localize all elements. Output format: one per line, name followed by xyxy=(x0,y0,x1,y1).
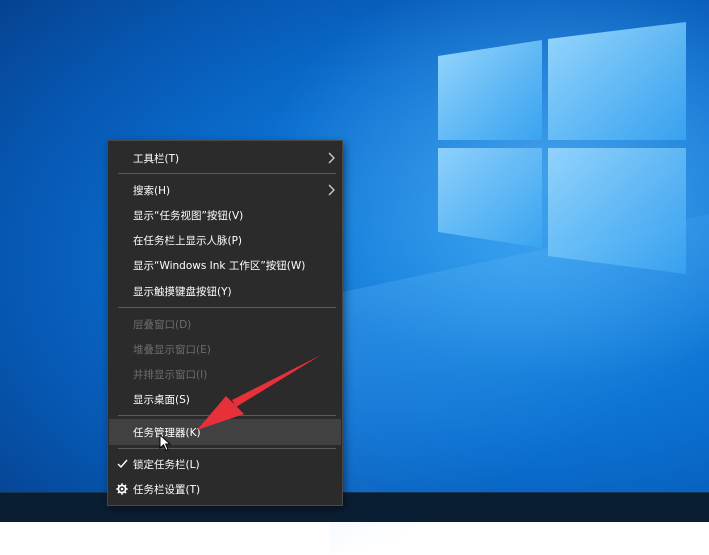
menu-item-cascade-windows[interactable]: 层叠窗口(D) xyxy=(109,312,341,336)
menu-item-label: 显示桌面(S) xyxy=(133,393,190,406)
menu-item-show-touch-keyboard-button[interactable]: 显示触摸键盘按钮(Y) xyxy=(109,279,341,303)
windows-logo-icon xyxy=(438,22,686,274)
menu-item-label: 在任务栏上显示人脉(P) xyxy=(133,234,243,247)
menu-item-toolbars[interactable]: 工具栏(T) xyxy=(109,146,341,170)
menu-separator xyxy=(118,448,336,449)
menu-item-show-people[interactable]: 在任务栏上显示人脉(P) xyxy=(109,228,341,252)
chevron-right-icon xyxy=(328,184,335,196)
menu-item-label: 显示“Windows Ink 工作区”按钮(W) xyxy=(133,259,306,272)
menu-separator xyxy=(118,415,336,416)
menu-item-label: 锁定任务栏(L) xyxy=(133,458,200,471)
menu-separator xyxy=(118,173,336,174)
menu-item-label: 显示“任务视图”按钮(V) xyxy=(133,209,244,222)
menu-item-label: 并排显示窗口(I) xyxy=(133,368,208,381)
menu-item-stack-windows[interactable]: 堆叠显示窗口(E) xyxy=(109,337,341,361)
menu-item-taskbar-settings[interactable]: 任务栏设置(T) xyxy=(109,477,341,501)
menu-item-label: 搜索(H) xyxy=(133,184,171,197)
menu-item-label: 显示触摸键盘按钮(Y) xyxy=(133,285,232,298)
menu-separator xyxy=(118,307,336,308)
menu-item-side-by-side-windows[interactable]: 并排显示窗口(I) xyxy=(109,362,341,386)
menu-item-label: 工具栏(T) xyxy=(133,152,180,165)
chevron-right-icon xyxy=(328,152,335,164)
menu-item-show-windows-ink-button[interactable]: 显示“Windows Ink 工作区”按钮(W) xyxy=(109,253,341,277)
menu-item-show-task-view-button[interactable]: 显示“任务视图”按钮(V) xyxy=(109,203,341,227)
gear-icon xyxy=(115,482,129,496)
menu-item-lock-taskbar[interactable]: 锁定任务栏(L) xyxy=(109,452,341,476)
menu-item-label: 堆叠显示窗口(E) xyxy=(133,343,211,356)
menu-item-label: 层叠窗口(D) xyxy=(133,318,192,331)
taskbar-context-menu: 工具栏(T) 搜索(H) 显示“任务视图”按钮(V) 在任务栏上显示人脉(P) … xyxy=(107,140,343,506)
menu-item-search[interactable]: 搜索(H) xyxy=(109,178,341,202)
menu-item-task-manager[interactable]: 任务管理器(K) xyxy=(109,419,341,445)
mouse-cursor-icon xyxy=(159,434,171,452)
menu-item-label: 任务栏设置(T) xyxy=(133,483,201,496)
checkmark-icon xyxy=(115,457,129,471)
menu-item-show-desktop[interactable]: 显示桌面(S) xyxy=(109,387,341,411)
